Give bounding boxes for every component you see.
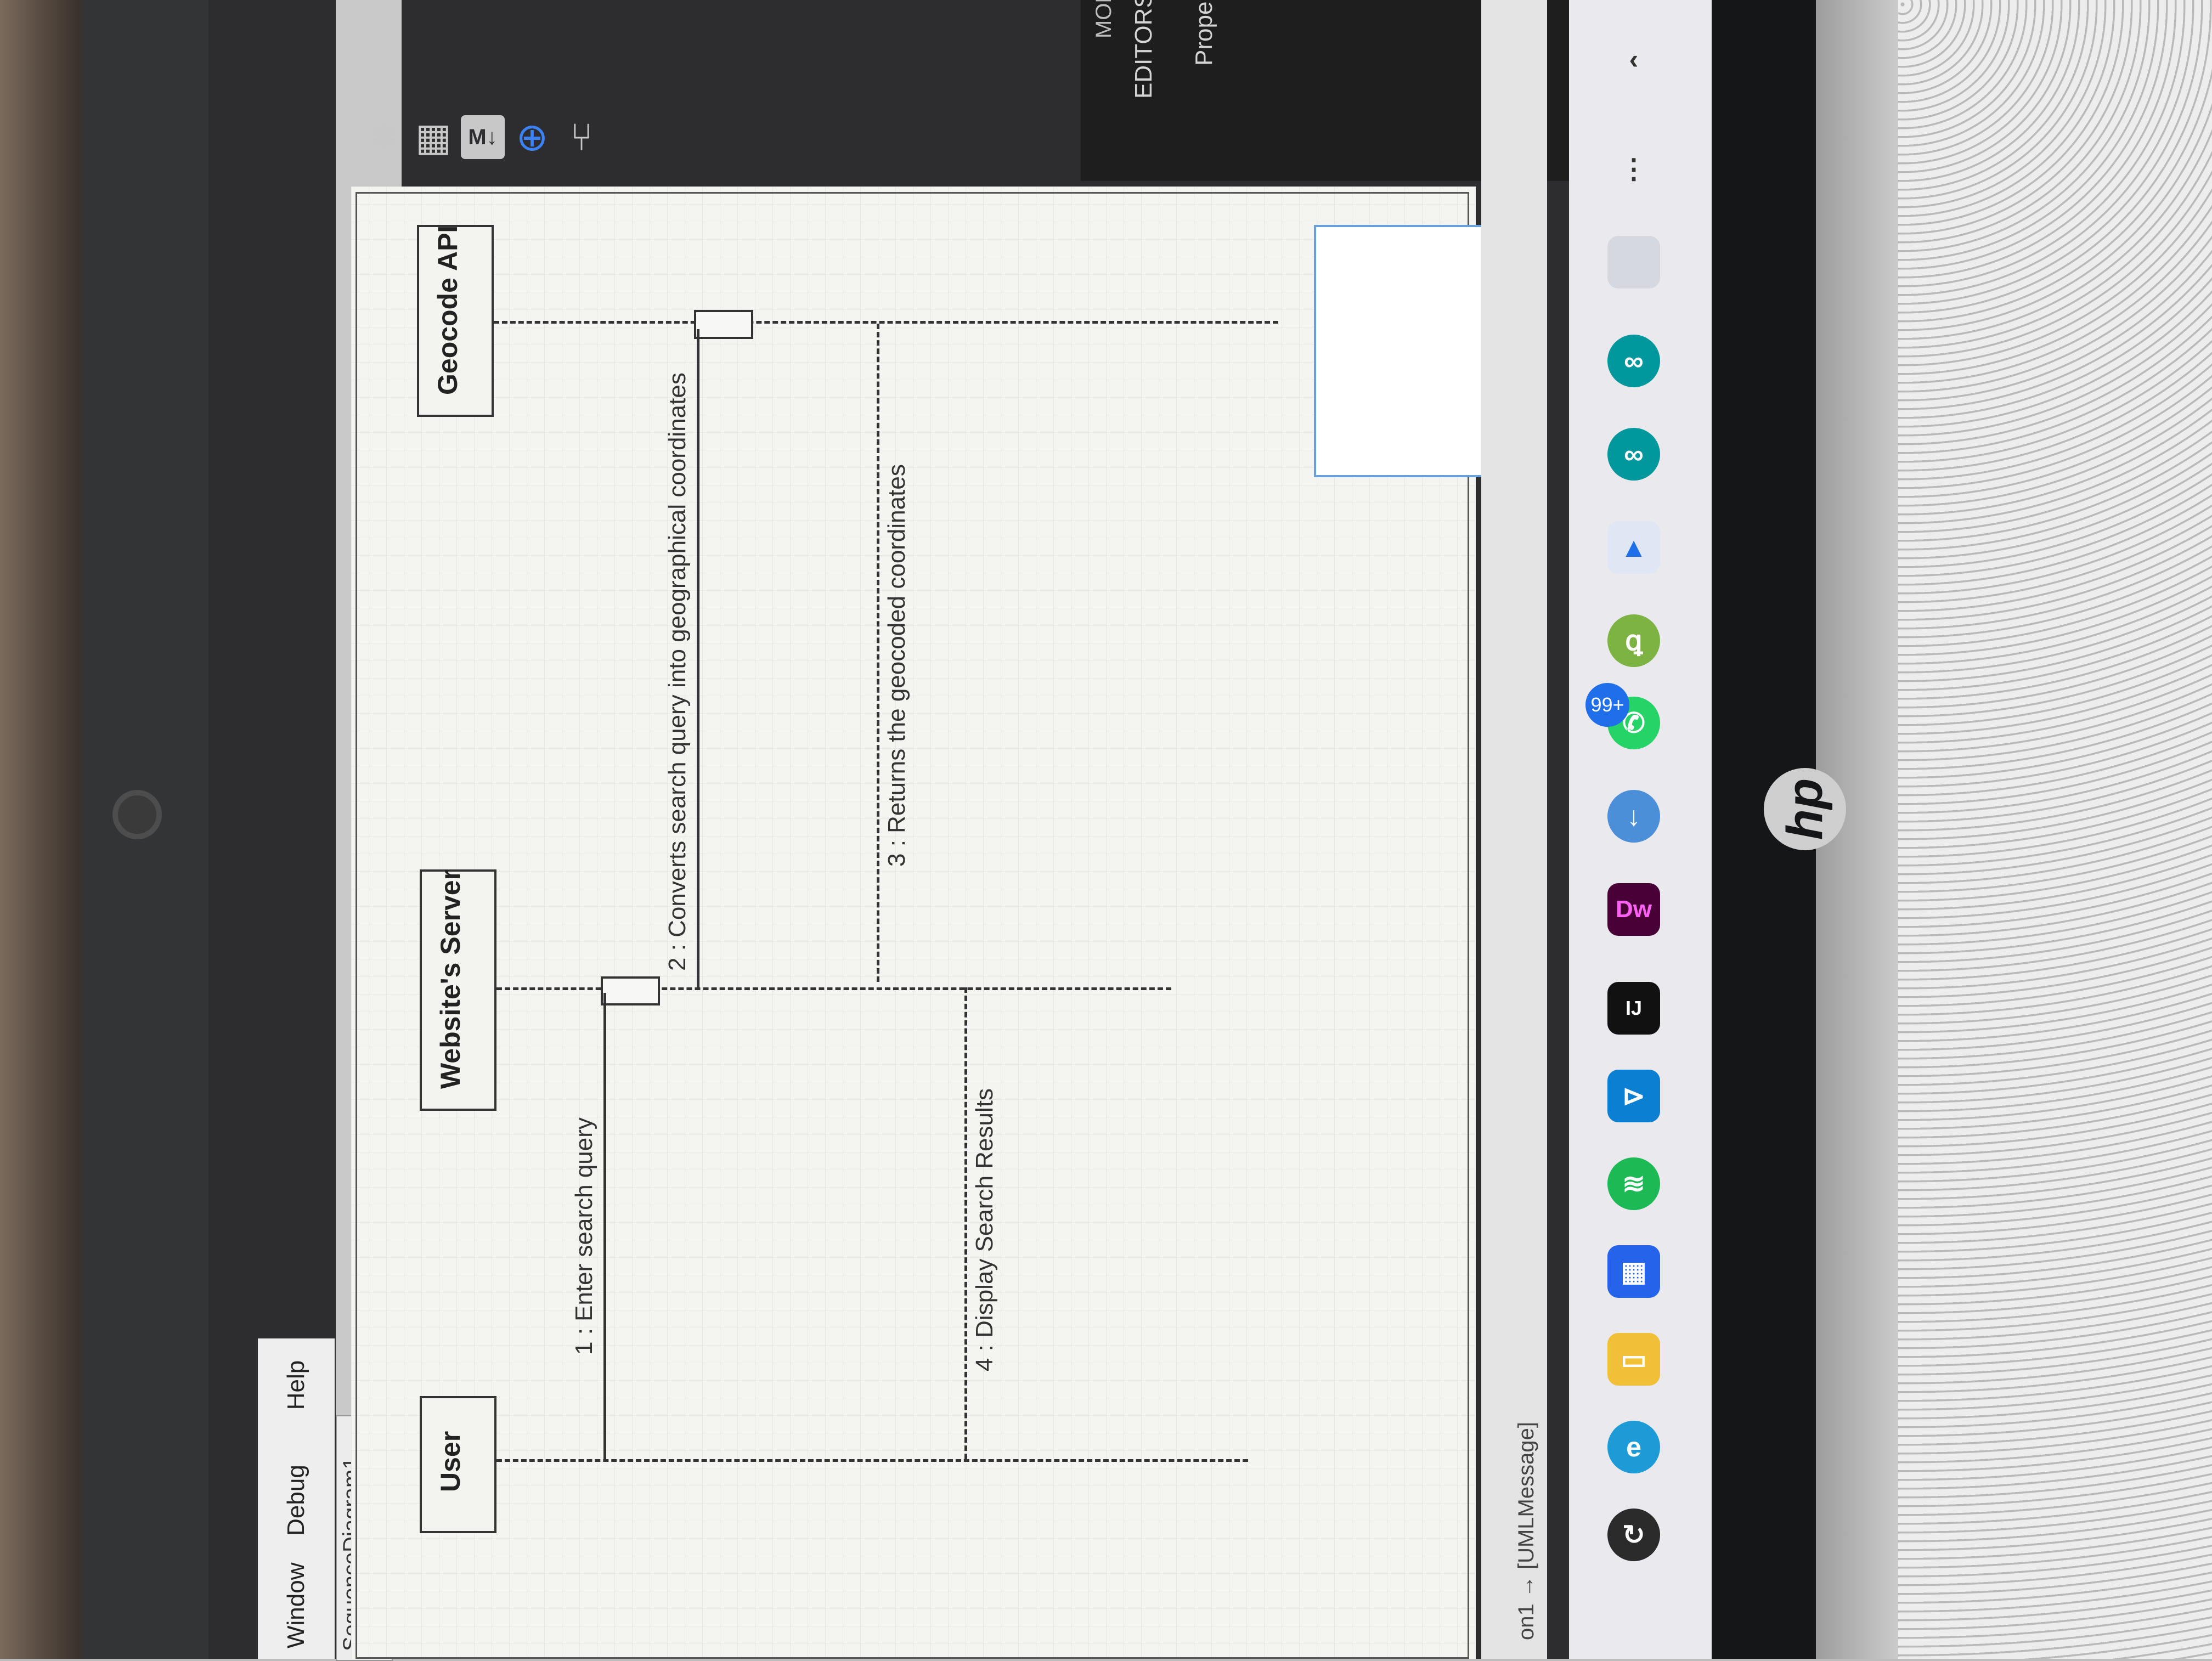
menu-bar: Window Debug Help xyxy=(258,1338,335,1659)
active-window-icon[interactable] xyxy=(1607,236,1660,289)
toolbar: ✱ ▦ M↓ ⊕ ⑂ xyxy=(351,115,614,176)
status-text: on1 → [UMLMessage] xyxy=(1514,1422,1538,1640)
photos-icon[interactable]: ▲ xyxy=(1607,521,1660,574)
laptop-keyboard-deck xyxy=(1898,0,2212,1659)
edge-icon[interactable]: e xyxy=(1607,1421,1660,1473)
message-1-label: 1 : Enter search query xyxy=(571,1117,597,1355)
message-4-line[interactable] xyxy=(964,987,967,1459)
lifeline-user-line xyxy=(496,1459,1248,1462)
lifeline-geocode-api-label: Geocode API xyxy=(432,225,463,395)
activation-geocode[interactable] xyxy=(694,310,753,339)
lifeline-user-label: User xyxy=(435,1431,466,1492)
spotify-icon[interactable]: ≋ xyxy=(1607,1157,1660,1210)
menu-help[interactable]: Help xyxy=(283,1347,310,1423)
message-2-label: 2 : Converts search query into geographi… xyxy=(664,372,691,971)
file-explorer-icon[interactable]: ▭ xyxy=(1607,1333,1660,1386)
menu-debug[interactable]: Debug xyxy=(283,1462,310,1539)
layout-icon[interactable]: ▦ xyxy=(411,115,455,159)
arduino-icon[interactable]: ∞ xyxy=(1607,428,1660,481)
git-branch-icon[interactable]: ⑂ xyxy=(560,115,603,159)
intellij-icon[interactable]: IJ xyxy=(1607,982,1660,1035)
activation-server[interactable] xyxy=(601,976,660,1005)
message-3-label: 3 : Returns the geocoded coordinates xyxy=(883,464,910,867)
hp-logo: hp xyxy=(1764,768,1846,850)
menu-window[interactable]: Window xyxy=(283,1563,310,1649)
lifeline-geocode-line xyxy=(494,321,1278,324)
chevron-left-icon[interactable]: ‹ xyxy=(1607,33,1660,86)
lifeline-server-line xyxy=(496,987,1171,990)
lifeline-server-label: Website's Server xyxy=(435,869,466,1089)
dreamweaver-icon[interactable]: Dw xyxy=(1607,883,1660,936)
crosshair-icon[interactable]: ⊕ xyxy=(510,115,554,159)
app-green-icon[interactable]: ꝗ xyxy=(1607,614,1660,667)
message-3-line[interactable] xyxy=(877,324,879,982)
vscode-icon[interactable]: ⊳ xyxy=(1607,1070,1660,1122)
message-2-line[interactable] xyxy=(697,329,699,987)
properties-section[interactable]: Prope xyxy=(1190,2,1218,66)
extension-icon[interactable]: ✱ xyxy=(362,115,406,159)
diagram-minimap[interactable] xyxy=(1314,225,1500,477)
store-icon[interactable]: ▦ xyxy=(1607,1245,1660,1298)
model-label: MODEL xyxy=(1092,0,1116,38)
download-icon[interactable]: ↓ xyxy=(1607,790,1660,843)
markdown-icon[interactable]: M↓ xyxy=(461,115,505,159)
message-1-line[interactable] xyxy=(603,993,606,1459)
editors-label[interactable]: EDITORS xyxy=(1130,0,1174,99)
status-bar xyxy=(1481,0,1547,1659)
notification-badge: 99+ xyxy=(1585,683,1629,727)
sequence-diagram-frame xyxy=(356,192,1469,1659)
arduino-icon-2[interactable]: ∞ xyxy=(1607,335,1660,387)
more-options-icon[interactable]: ⋮ xyxy=(1607,143,1660,195)
app-circle-icon[interactable]: ↻ xyxy=(1607,1509,1660,1561)
message-4-label: 4 : Display Search Results xyxy=(971,1088,998,1371)
webcam xyxy=(112,790,162,839)
